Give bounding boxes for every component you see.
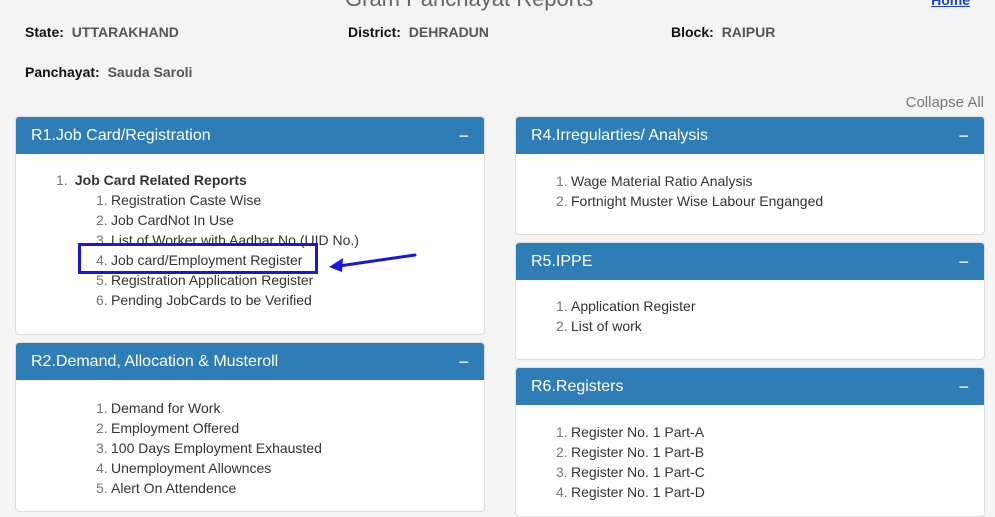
panel-r6-body: 1. Register No. 1 Part-A 2. Register No. 1… [516,405,984,502]
report-link-wage-material-ratio[interactable]: Wage Material Ratio Analysis [571,173,753,189]
panchayat-value: Sauda Saroli [107,64,193,80]
panchayat-label: Panchayat: [25,64,100,80]
report-link-pending-jobcards[interactable]: Pending JobCards to be Verified [111,292,312,308]
panel-r2-body: 1. Demand for Work 2. Employment Offered 3… [16,380,484,498]
list-item: 3. 100 Days Employment Exhausted [96,438,484,458]
report-link-register-1c[interactable]: Register No. 1 Part-C [571,464,705,480]
block-info: Block: RAIPUR [671,24,775,40]
district-value: DEHRADUN [408,24,489,40]
panel-r4-body: 1. Wage Material Ratio Analysis 2. Fortnig… [516,154,984,211]
report-link-job-card-not-in-use[interactable]: Job CardNot In Use [111,212,234,228]
item-number: 3. [556,464,568,480]
panel-r5-title: R5.IPPE [531,252,593,270]
report-link-fortnight-muster[interactable]: Fortnight Muster Wise Labour Enganged [571,193,823,209]
list-item: 1. Register No. 1 Part-A [556,422,984,442]
panel-r5: R5.IPPE − 1. Application Register 2. List … [515,242,985,360]
item-number: 1. [56,172,68,188]
panel-r5-header[interactable]: R5.IPPE − [516,243,984,280]
block-label: Block: [671,24,714,40]
annotation-arrow-icon [329,253,417,272]
list-item: 3. Register No. 1 Part-C [556,462,984,482]
item-number: 1. [556,173,568,189]
district-label: District: [348,24,401,40]
collapse-icon[interactable]: − [458,127,469,145]
report-link-register-1a[interactable]: Register No. 1 Part-A [571,424,704,440]
report-link-list-of-work[interactable]: List of work [571,318,642,334]
panel-r6-header[interactable]: R6.Registers − [516,368,984,405]
panel-r1-title: R1.Job Card/Registration [31,126,211,144]
panel-r5-body: 1. Application Register 2. List of work [516,280,984,336]
panel-r1: R1.Job Card/Registration − 1. Job Card R… [15,116,485,335]
list-item: 6. Pending JobCards to be Verified [96,290,484,310]
item-number: 2. [556,444,568,460]
state-label: State: [25,24,64,40]
panel-r1-body: 1. Job Card Related Reports 1. Registrati… [16,154,484,310]
panel-r4-title: R4.Irregularties/ Analysis [531,126,708,144]
list-item: 1. Wage Material Ratio Analysis [556,171,984,191]
panel-r4: R4.Irregularties/ Analysis − 1. Wage Mate… [515,116,985,235]
report-link-demand-for-work[interactable]: Demand for Work [111,400,220,416]
block-value: RAIPUR [721,24,776,40]
panel-r2-header[interactable]: R2.Demand, Allocation & Musteroll − [16,343,484,380]
collapse-all-button[interactable]: Collapse All [906,94,984,111]
item-number: 1. [96,192,108,208]
item-number: 2. [556,318,568,334]
list-item: 1. Demand for Work [96,398,484,418]
item-number: 5. [96,480,108,496]
report-link-100-days-exhausted[interactable]: 100 Days Employment Exhausted [111,440,322,456]
report-link-alert-on-attendance[interactable]: Alert On Attendence [111,480,236,496]
district-info: District: DEHRADUN [348,24,489,40]
item-number: 4. [556,484,568,500]
list-item: 4. Register No. 1 Part-D [556,482,984,502]
panel-r2: R2.Demand, Allocation & Musteroll − 1. De… [15,342,485,512]
list-item: 2. Employment Offered [96,418,484,438]
report-link-registration-caste-wise[interactable]: Registration Caste Wise [111,192,261,208]
list-item: 1. Job Card Related Reports 1. Registrati… [16,170,484,310]
item-number: 3. [96,440,108,456]
list-item: 4. Unemployment Allownces [96,458,484,478]
item-number: 1. [556,424,568,440]
panel-r6-title: R6.Registers [531,377,624,395]
report-link-employment-offered[interactable]: Employment Offered [111,420,239,436]
collapse-icon[interactable]: − [458,353,469,371]
item-number: 1. [96,400,108,416]
report-link-unemployment-allowances[interactable]: Unemployment Allownces [111,460,271,476]
report-link-registration-application[interactable]: Registration Application Register [111,272,313,288]
collapse-icon[interactable]: − [958,127,969,145]
highlight-box [78,243,318,274]
panel-r2-title: R2.Demand, Allocation & Musteroll [31,352,279,370]
item-number: 2. [96,212,108,228]
item-number: 2. [556,193,568,209]
report-group-title: Job Card Related Reports [74,172,247,188]
collapse-icon[interactable]: − [958,378,969,396]
list-item: 2. Fortnight Muster Wise Labour Enganged [556,191,984,211]
panel-r6: R6.Registers − 1. Register No. 1 Part-A 2… [515,367,985,517]
state-value: UTTARAKHAND [71,24,179,40]
list-item: 1. Application Register [556,296,984,316]
item-number: 4. [96,460,108,476]
item-number: 2. [96,420,108,436]
page-title: Gram Panchayat Reports [345,0,593,12]
item-number: 1. [556,298,568,314]
panel-r4-header[interactable]: R4.Irregularties/ Analysis − [516,117,984,154]
panchayat-info: Panchayat: Sauda Saroli [25,64,192,80]
report-link-register-1d[interactable]: Register No. 1 Part-D [571,484,705,500]
item-number: 6. [96,292,108,308]
report-link-register-1b[interactable]: Register No. 1 Part-B [571,444,704,460]
state-info: State: UTTARAKHAND [25,24,179,40]
panel-r1-header[interactable]: R1.Job Card/Registration − [16,117,484,154]
home-link[interactable]: Home [931,0,970,8]
list-item: 2. List of work [556,316,984,336]
list-item: 5. Alert On Attendence [96,478,484,498]
collapse-icon[interactable]: − [958,253,969,271]
list-item: 1. Registration Caste Wise [96,190,484,210]
list-item: 2. Register No. 1 Part-B [556,442,984,462]
report-link-application-register[interactable]: Application Register [571,298,696,314]
list-item: 2. Job CardNot In Use [96,210,484,230]
